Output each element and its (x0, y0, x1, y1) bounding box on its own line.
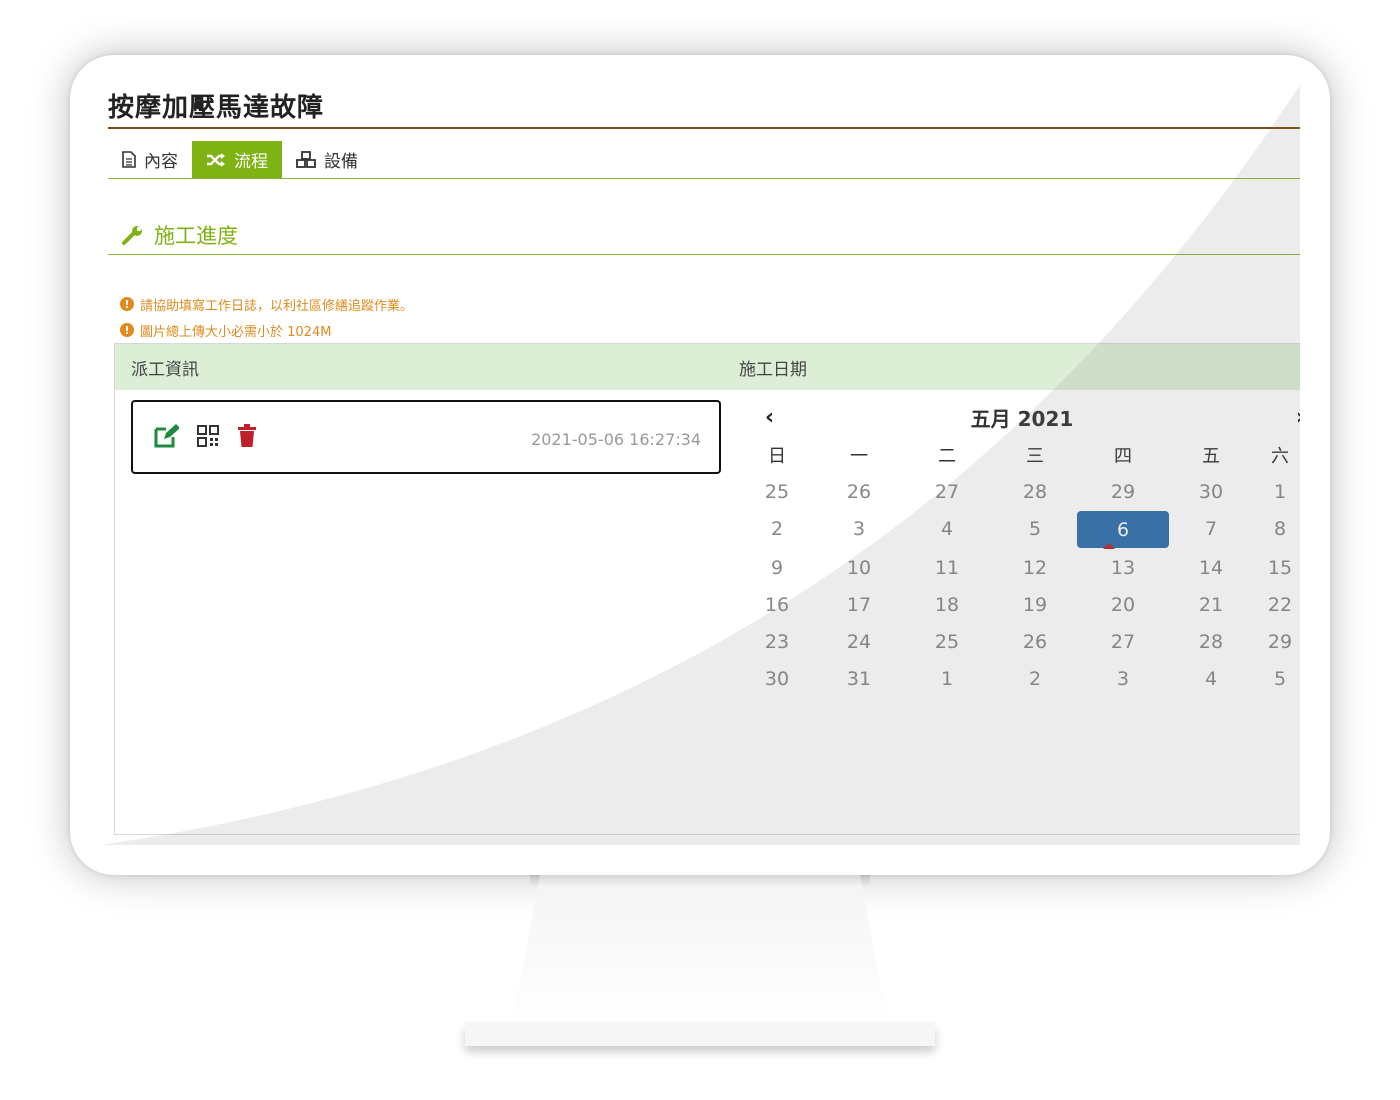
calendar-day[interactable]: 28 (993, 473, 1077, 510)
calendar-day[interactable]: 12 (993, 549, 1077, 586)
weekday-label: 五 (1202, 445, 1220, 467)
note-text: 圖片總上傳大小必需小於 1024M (140, 324, 332, 340)
screen: 按摩加壓馬達故障 內容 流程 設備 施工進度 ! 請協助填寫工作日誌，以利社區修… (108, 85, 1300, 845)
column-header-dispatch: 派工資訊 (131, 359, 199, 380)
wrench-icon (122, 225, 142, 245)
calendar-day[interactable]: 16 (737, 586, 817, 623)
calendar-day[interactable]: 31 (817, 660, 901, 697)
calendar-day[interactable]: 3 (817, 510, 901, 547)
calendar-day[interactable]: 30 (737, 660, 817, 697)
calendar-day[interactable]: 14 (1169, 549, 1253, 586)
tab-bar: 內容 流程 設備 (108, 141, 1300, 179)
calendar-day[interactable]: 5 (993, 510, 1077, 547)
tab-equipment[interactable]: 設備 (282, 141, 372, 178)
edit-icon[interactable] (153, 424, 179, 448)
weekday-label: 二 (938, 445, 956, 467)
calendar-day[interactable]: 10 (817, 549, 901, 586)
panel-header: 派工資訊 施工日期 (115, 344, 1300, 390)
calendar-day[interactable]: 25 (901, 623, 993, 660)
calendar-day[interactable]: 11 (901, 549, 993, 586)
tab-flow[interactable]: 流程 (192, 141, 282, 178)
column-header-date: 施工日期 (739, 359, 807, 380)
calendar-day[interactable]: 9 (737, 549, 817, 586)
calendar-day[interactable]: 23 (737, 623, 817, 660)
progress-panel: 派工資訊 施工日期 2021-05-06 16:27:34 ‹ 五月 2021 … (114, 343, 1300, 835)
calendar-day[interactable]: 13 (1077, 549, 1169, 586)
calendar-day[interactable]: 29 (1253, 623, 1300, 660)
trash-icon[interactable] (237, 424, 257, 448)
card-actions (153, 424, 257, 448)
weekday-label: 三 (1026, 445, 1044, 467)
calendar-day[interactable]: 15 (1253, 549, 1300, 586)
calendar-day[interactable]: 26 (993, 623, 1077, 660)
calendar-day[interactable]: 4 (901, 510, 993, 547)
calendar-header: ‹ 五月 2021 › (737, 398, 1300, 436)
stand-shadow (530, 875, 870, 887)
random-icon (207, 152, 225, 167)
calendar-day[interactable]: 1 (1253, 473, 1300, 510)
calendar-day[interactable]: 17 (817, 586, 901, 623)
qrcode-icon[interactable] (197, 425, 219, 447)
card-timestamp: 2021-05-06 16:27:34 (531, 430, 701, 449)
calendar-day[interactable]: 20 (1077, 586, 1169, 623)
calendar-day[interactable]: 8 (1253, 510, 1300, 547)
tab-flow-label: 流程 (234, 152, 268, 172)
calendar-day[interactable]: 3 (1077, 660, 1169, 697)
calendar-day[interactable]: 22 (1253, 586, 1300, 623)
calendar-day[interactable]: 6 (1077, 511, 1169, 549)
tab-equipment-label: 設備 (324, 152, 358, 172)
prev-month-button[interactable]: ‹ (737, 405, 787, 430)
weekday-label: 四 (1114, 445, 1132, 467)
calendar-day[interactable]: 27 (901, 473, 993, 510)
calendar-day[interactable]: 19 (993, 586, 1077, 623)
calendar: ‹ 五月 2021 › 日一二三四五六252627282930123456789… (737, 398, 1300, 697)
note-item: ! 請協助填寫工作日誌，以利社區修繕追蹤作業。 (120, 291, 413, 317)
calendar-day[interactable]: 7 (1169, 510, 1253, 547)
info-icon: ! (120, 323, 134, 337)
calendar-day[interactable]: 24 (817, 623, 901, 660)
weekday-label: 六 (1271, 445, 1289, 467)
note-text: 請協助填寫工作日誌，以利社區修繕追蹤作業。 (140, 298, 414, 314)
dispatch-card[interactable]: 2021-05-06 16:27:34 (131, 400, 721, 474)
file-icon (122, 151, 136, 168)
calendar-day[interactable]: 28 (1169, 623, 1253, 660)
notes: ! 請協助填寫工作日誌，以利社區修繕追蹤作業。 ! 圖片總上傳大小必需小於 10… (120, 291, 413, 343)
cubes-icon (296, 151, 316, 168)
calendar-day[interactable]: 4 (1169, 660, 1253, 697)
calendar-day[interactable]: 25 (737, 473, 817, 510)
calendar-day[interactable]: 29 (1077, 473, 1169, 510)
note-item: ! 圖片總上傳大小必需小於 1024M (120, 317, 413, 343)
calendar-day[interactable]: 30 (1169, 473, 1253, 510)
calendar-grid: 日一二三四五六 25 26 27 28 29 30 1 2 3 4 5 6 7 8 9 10 11 12 13 14 15… (737, 436, 1300, 697)
calendar-day[interactable]: 27 (1077, 623, 1169, 660)
calendar-day[interactable]: 5 (1253, 660, 1300, 697)
calendar-day[interactable]: 18 (901, 586, 993, 623)
calendar-day[interactable]: 26 (817, 473, 901, 510)
section-title: 施工進度 (108, 215, 1300, 255)
section-title-text: 施工進度 (154, 223, 238, 248)
page-title: 按摩加壓馬達故障 (108, 85, 1300, 129)
weekday-label: 一 (850, 445, 868, 467)
monitor-frame: 按摩加壓馬達故障 內容 流程 設備 施工進度 ! 請協助填寫工作日誌，以利社區修… (70, 55, 1330, 875)
calendar-day[interactable]: 1 (901, 660, 993, 697)
weekday-label: 日 (768, 445, 786, 467)
info-icon: ! (120, 297, 134, 311)
calendar-day[interactable]: 2 (993, 660, 1077, 697)
tab-content[interactable]: 內容 (108, 141, 192, 178)
calendar-title: 五月 2021 (970, 406, 1074, 431)
calendar-day[interactable]: 21 (1169, 586, 1253, 623)
monitor-stand (512, 875, 888, 1025)
tab-content-label: 內容 (144, 152, 178, 172)
monitor-base (465, 1022, 935, 1046)
next-month-button[interactable]: › (1257, 405, 1300, 430)
calendar-day[interactable]: 2 (737, 510, 817, 547)
